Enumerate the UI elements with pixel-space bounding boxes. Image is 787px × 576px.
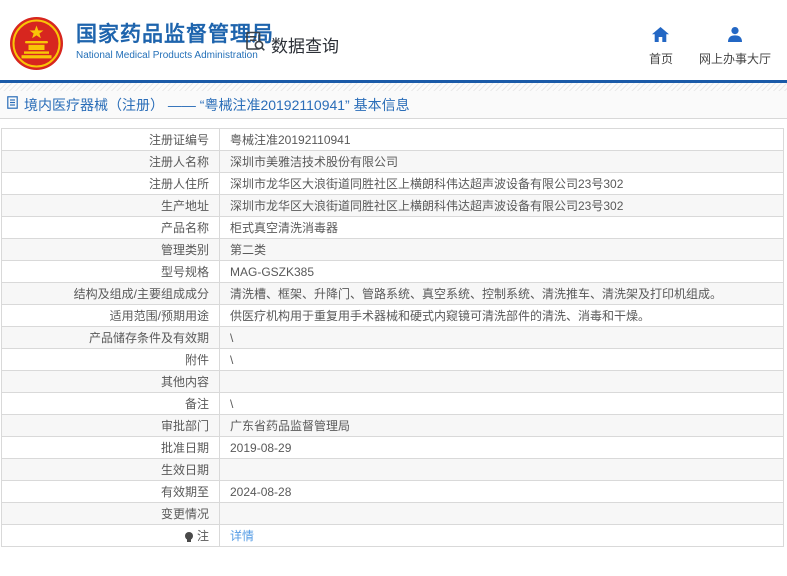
page-title: 境内医疗器械（注册） —— “粤械注准20192110941” 基本信息: [24, 95, 410, 115]
row-value: \: [220, 327, 784, 349]
document-icon: [7, 96, 18, 114]
spacer: [0, 119, 787, 128]
hatched-strip: [0, 83, 787, 91]
row-label: 注: [2, 525, 220, 547]
row-label: 注册人住所: [2, 173, 220, 195]
row-value: 第二类: [220, 239, 784, 261]
row-label: 审批部门: [2, 415, 220, 437]
info-table-body: 注册证编号 粤械注准20192110941 注册人名称 深圳市美雅洁技术股份有限…: [2, 129, 784, 547]
nav-item-home-label: 首页: [649, 50, 673, 67]
bulb-icon: [185, 532, 193, 540]
row-value: 深圳市龙华区大浪街道同胜社区上横朗科伟达超声波设备有限公司23号302: [220, 173, 784, 195]
table-row: 备注 \: [2, 393, 784, 415]
row-value: 深圳市美雅洁技术股份有限公司: [220, 151, 784, 173]
table-row: 变更情况: [2, 503, 784, 525]
table-row: 产品名称 柜式真空清洗消毒器: [2, 217, 784, 239]
nav-item-service-hall[interactable]: 网上办事大厅: [699, 27, 771, 67]
table-row: 审批部门 广东省药品监督管理局: [2, 415, 784, 437]
doc-search-icon: [245, 31, 266, 57]
data-query-nav[interactable]: 数据查询: [245, 31, 339, 57]
table-row: 注册人住所 深圳市龙华区大浪街道同胜社区上横朗科伟达超声波设备有限公司23号30…: [2, 173, 784, 195]
row-label: 其他内容: [2, 371, 220, 393]
row-value: [220, 459, 784, 481]
row-label: 有效期至: [2, 481, 220, 503]
table-row: 结构及组成/主要组成成分 清洗槽、框架、升降门、管路系统、真空系统、控制系统、清…: [2, 283, 784, 305]
row-label: 附件: [2, 349, 220, 371]
row-label: 注册证编号: [2, 129, 220, 151]
row-label: 管理类别: [2, 239, 220, 261]
row-value: 详情: [220, 525, 784, 547]
table-row: 产品储存条件及有效期 \: [2, 327, 784, 349]
row-value: 2024-08-28: [220, 481, 784, 503]
table-row: 生产地址 深圳市龙华区大浪街道同胜社区上横朗科伟达超声波设备有限公司23号302: [2, 195, 784, 217]
row-label: 型号规格: [2, 261, 220, 283]
row-value: 粤械注准20192110941: [220, 129, 784, 151]
row-label: 变更情况: [2, 503, 220, 525]
row-label: 备注: [2, 393, 220, 415]
page-title-bar: 境内医疗器械（注册） —— “粤械注准20192110941” 基本信息: [0, 91, 787, 119]
nav-item-home[interactable]: 首页: [649, 27, 673, 67]
table-row: 有效期至 2024-08-28: [2, 481, 784, 503]
row-label: 注册人名称: [2, 151, 220, 173]
header-nav: 首页 网上办事大厅: [649, 27, 771, 67]
row-label: 生产地址: [2, 195, 220, 217]
table-row: 适用范围/预期用途 供医疗机构用于重复用手术器械和硬式内窥镜可清洗部件的清洗、消…: [2, 305, 784, 327]
details-link[interactable]: 详情: [230, 529, 254, 543]
table-row: 管理类别 第二类: [2, 239, 784, 261]
table-row: 其他内容: [2, 371, 784, 393]
table-row: 注册证编号 粤械注准20192110941: [2, 129, 784, 151]
row-value: [220, 371, 784, 393]
row-label: 产品名称: [2, 217, 220, 239]
row-value: \: [220, 393, 784, 415]
row-value: 深圳市龙华区大浪街道同胜社区上横朗科伟达超声波设备有限公司23号302: [220, 195, 784, 217]
nav-item-service-hall-label: 网上办事大厅: [699, 50, 771, 67]
site-header: 国家药品监督管理局 National Medical Products Admi…: [0, 0, 787, 80]
home-icon: [652, 27, 669, 45]
row-value: \: [220, 349, 784, 371]
table-row: 生效日期: [2, 459, 784, 481]
national-emblem-logo: [10, 17, 63, 70]
row-label: 生效日期: [2, 459, 220, 481]
row-value: 柜式真空清洗消毒器: [220, 217, 784, 239]
row-label: 结构及组成/主要组成成分: [2, 283, 220, 305]
row-value: 广东省药品监督管理局: [220, 415, 784, 437]
data-query-label: 数据查询: [271, 32, 339, 57]
row-label: 批准日期: [2, 437, 220, 459]
row-value: [220, 503, 784, 525]
person-icon: [727, 27, 743, 45]
row-label: 适用范围/预期用途: [2, 305, 220, 327]
row-value: 供医疗机构用于重复用手术器械和硬式内窥镜可清洗部件的清洗、消毒和干燥。: [220, 305, 784, 327]
registration-info-table: 注册证编号 粤械注准20192110941 注册人名称 深圳市美雅洁技术股份有限…: [1, 128, 784, 547]
row-value: MAG-GSZK385: [220, 261, 784, 283]
table-row: 注册人名称 深圳市美雅洁技术股份有限公司: [2, 151, 784, 173]
row-value: 2019-08-29: [220, 437, 784, 459]
table-row: 附件 \: [2, 349, 784, 371]
row-label: 产品储存条件及有效期: [2, 327, 220, 349]
table-row: 型号规格 MAG-GSZK385: [2, 261, 784, 283]
table-row: 注 详情: [2, 525, 784, 547]
table-row: 批准日期 2019-08-29: [2, 437, 784, 459]
row-value: 清洗槽、框架、升降门、管路系统、真空系统、控制系统、清洗推车、清洗架及打印机组成…: [220, 283, 784, 305]
